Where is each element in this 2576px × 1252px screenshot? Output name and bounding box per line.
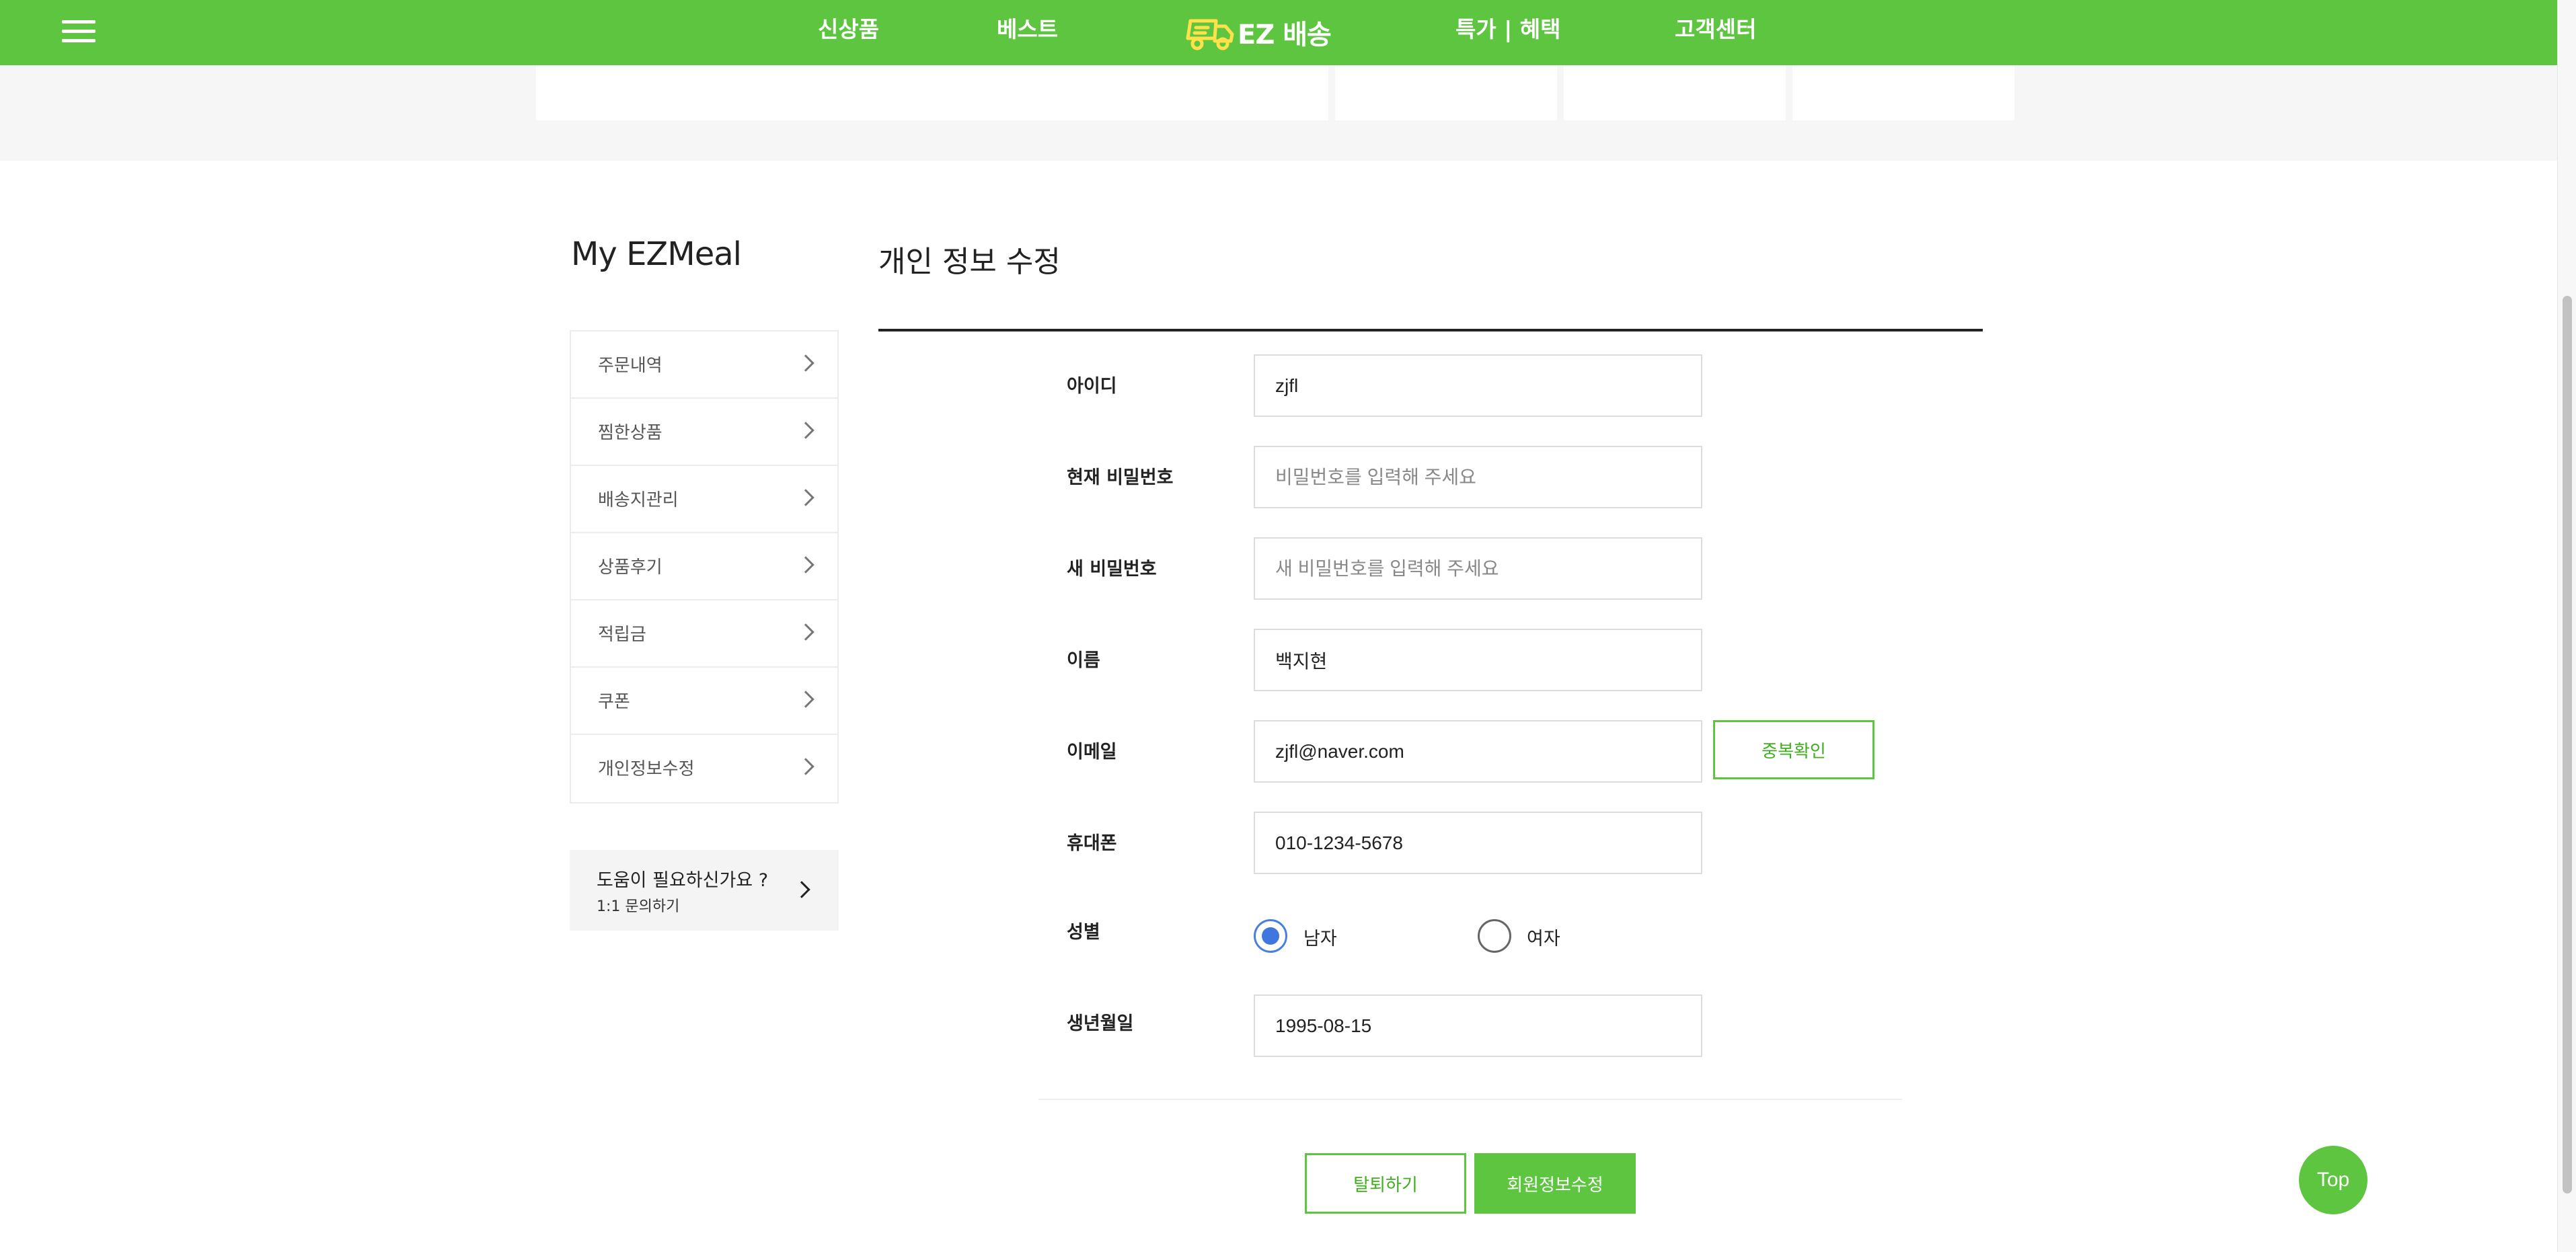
chevron-right-icon [797,623,815,641]
sidebar-item-wishlist[interactable]: 찜한상품 [571,399,837,466]
current-password-field[interactable] [1254,446,1702,508]
delivery-truck-icon [1186,19,1234,50]
save-profile-button[interactable]: 회원정보수정 [1474,1153,1636,1214]
sidebar-item-label: 개인정보수정 [598,759,695,779]
email-label: 이메일 [1067,742,1117,762]
scroll-to-top-button[interactable]: Top [2299,1146,2367,1214]
sidebar-item-orders[interactable]: 주문내역 [571,331,837,399]
sidebar-item-label: 배송지관리 [598,490,679,510]
band-panel [536,65,1328,120]
sidebar-item-profile-edit[interactable]: 개인정보수정 [571,735,837,802]
name-label: 이름 [1067,650,1100,671]
name-field[interactable] [1254,629,1702,691]
email-field[interactable] [1254,720,1702,783]
band-panel [1564,65,1786,120]
chevron-right-icon [797,422,815,439]
id-field[interactable] [1254,354,1702,417]
menu-icon[interactable] [62,20,96,43]
sidebar-item-label: 상품후기 [598,557,662,578]
gender-male-label: 남자 [1303,929,1337,949]
gender-label: 성별 [1067,922,1100,943]
logo-text: EZ 배송 [1238,19,1332,50]
logo[interactable]: EZ 배송 [1184,12,1332,52]
phone-field[interactable] [1254,812,1702,874]
sidebar-title: My EZMeal [571,235,742,273]
id-label: 아이디 [1067,376,1117,397]
top-navigation-bar: 신상품 베스트 EZ 배송 특가 | 혜택 고객센터 [0,0,2557,65]
nav-new-products[interactable]: 신상품 [818,15,879,44]
chevron-right-icon [797,758,815,775]
sidebar-item-addresses[interactable]: 배송지관리 [571,466,837,533]
chevron-right-icon [797,691,815,708]
nav-deals[interactable]: 특가 | 혜택 [1455,15,1560,44]
sidebar-item-label: 주문내역 [598,356,662,376]
sidebar-item-points[interactable]: 적립금 [571,600,837,668]
title-divider [878,329,1983,331]
sidebar-item-label: 쿠폰 [598,692,630,712]
withdraw-button[interactable]: 탈퇴하기 [1305,1153,1466,1214]
chevron-right-icon [797,354,815,372]
email-duplicate-check-button[interactable]: 중복확인 [1713,720,1874,779]
help-title: 도움이 필요하신가요 ? [597,870,769,891]
chevron-right-icon [797,489,815,506]
gender-female-radio[interactable] [1478,919,1511,953]
birthdate-field[interactable] [1254,994,1702,1057]
form-divider [1038,1099,1902,1100]
chevron-right-icon [793,881,810,898]
nav-best[interactable]: 베스트 [997,15,1058,44]
gender-male-radio[interactable] [1254,919,1287,953]
sidebar-item-coupons[interactable]: 쿠폰 [571,668,837,735]
chevron-right-icon [797,556,815,574]
scrollbar-thumb[interactable] [2563,296,2572,1194]
page-title: 개인 정보 수정 [878,245,1061,279]
new-password-field[interactable] [1254,537,1702,600]
sidebar-item-reviews[interactable]: 상품후기 [571,533,837,600]
sidebar-item-label: 찜한상품 [598,423,662,443]
birthdate-label: 생년월일 [1067,1013,1134,1034]
help-subtitle: 1:1 문의하기 [597,898,680,915]
phone-label: 휴대폰 [1067,833,1117,854]
band-panel [1792,65,2014,120]
nav-customer-center[interactable]: 고객센터 [1675,15,1756,44]
current-password-label: 현재 비밀번호 [1067,467,1174,488]
band-panel [1335,65,1557,120]
sidebar-item-label: 적립금 [598,625,646,645]
sidebar-menu: 주문내역 찜한상품 배송지관리 상품후기 적립금 쿠폰 개인정보수정 [570,330,839,804]
help-inquiry-card[interactable]: 도움이 필요하신가요 ? 1:1 문의하기 [570,850,839,931]
gender-female-label: 여자 [1527,929,1560,949]
new-password-label: 새 비밀번호 [1067,559,1157,580]
